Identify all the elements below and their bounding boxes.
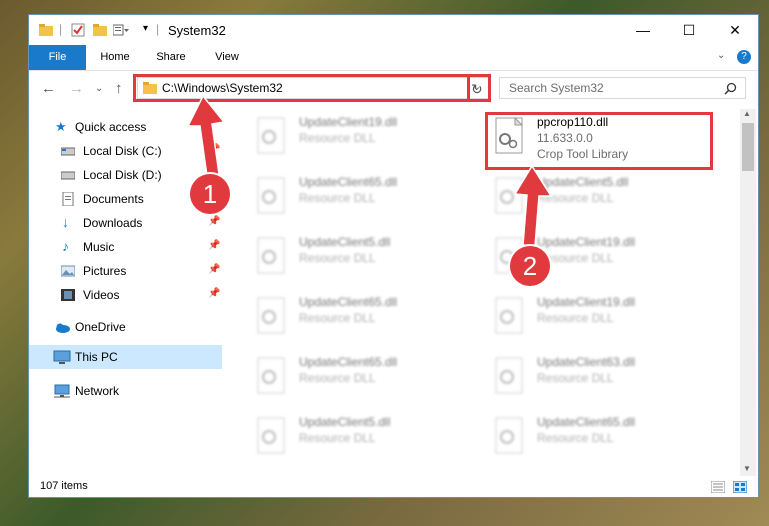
annotation-arrows — [186, 94, 553, 247]
arrow-2 — [513, 164, 553, 247]
callout-badge-2: 2 — [510, 246, 550, 286]
arrow-1 — [186, 94, 226, 177]
callout-badge-1: 1 — [190, 174, 230, 214]
